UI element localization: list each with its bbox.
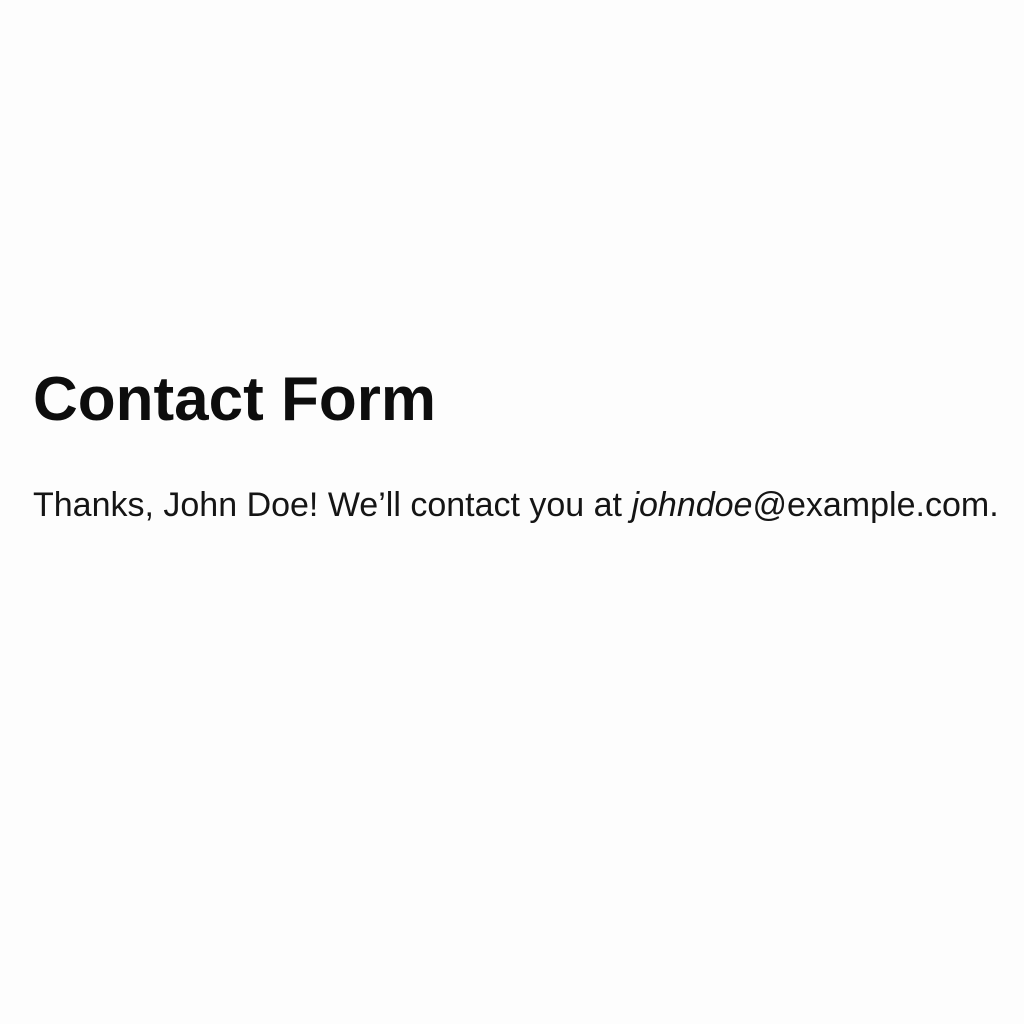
confirmation-prefix: Thanks, John Doe! We’ll contact you at: [33, 486, 632, 524]
page: Contact Form Thanks, John Doe! We’ll con…: [0, 0, 1024, 1024]
confirmation-suffix: .: [989, 486, 999, 524]
main-content: Contact Form Thanks, John Doe! We’ll con…: [33, 362, 1013, 529]
page-title: Contact Form: [33, 365, 436, 434]
email-domain: @example.com: [752, 486, 990, 524]
email-user: johndoe: [631, 486, 753, 524]
confirmation-message: Thanks, John Doe! We’ll contact you at j…: [33, 481, 1008, 529]
